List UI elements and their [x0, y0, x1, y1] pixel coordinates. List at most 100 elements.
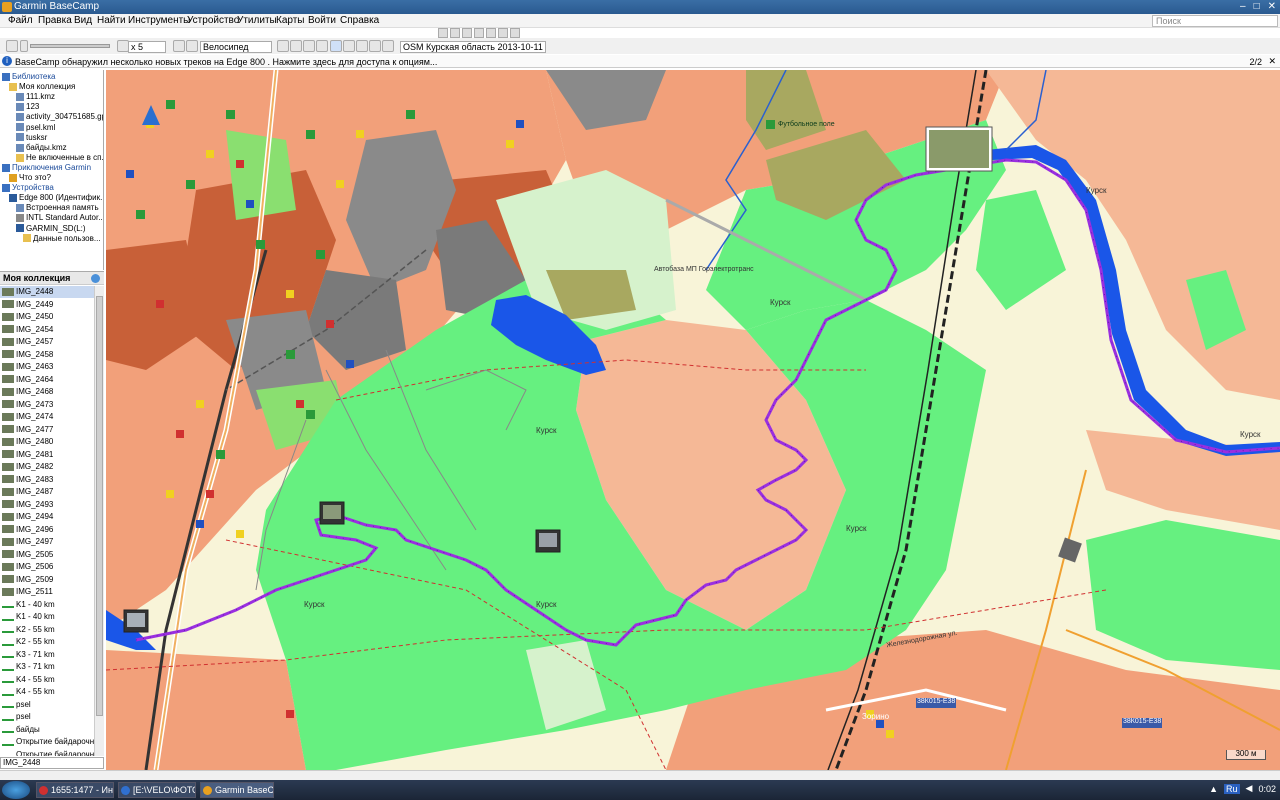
- playback-slider[interactable]: [30, 44, 110, 48]
- play-icon[interactable]: [6, 40, 18, 52]
- selected-item-field[interactable]: IMG_2448: [0, 757, 104, 769]
- clock[interactable]: 0:02: [1258, 784, 1276, 794]
- network-icon[interactable]: ▲: [1209, 784, 1218, 794]
- collection-row[interactable]: psel: [0, 711, 94, 723]
- collection-row[interactable]: IMG_2480: [0, 436, 94, 448]
- menu-view[interactable]: Вид: [74, 15, 92, 26]
- eraser-icon[interactable]: [498, 28, 508, 38]
- collection-row[interactable]: IMG_2473: [0, 399, 94, 411]
- library-item[interactable]: psel.kml: [16, 123, 55, 133]
- send-device-icon[interactable]: [173, 40, 185, 52]
- volume-icon[interactable]: ◀: [1246, 783, 1253, 794]
- info-message[interactable]: BaseCamp обнаружил несколько новых треко…: [15, 57, 437, 67]
- menu-device[interactable]: Устройство: [187, 15, 239, 26]
- collection-row[interactable]: IMG_2449: [0, 299, 94, 311]
- collection-row[interactable]: IMG_2509: [0, 574, 94, 586]
- menu-tools[interactable]: Инструменты: [128, 15, 190, 26]
- menu-maps[interactable]: Карты: [276, 15, 305, 26]
- library-item[interactable]: Не включенные в сп...: [16, 153, 103, 163]
- layers-icon[interactable]: [343, 40, 355, 52]
- collection-row[interactable]: IMG_2496: [0, 524, 94, 536]
- collection-row[interactable]: IMG_2457: [0, 336, 94, 348]
- task-basecamp[interactable]: Garmin BaseCa...: [200, 782, 274, 798]
- collection-row[interactable]: IMG_2493: [0, 499, 94, 511]
- settings-icon[interactable]: [91, 274, 100, 283]
- library-item[interactable]: activity_304751685.gpx: [16, 112, 103, 122]
- collection-row[interactable]: IMG_2481: [0, 449, 94, 461]
- collection-row[interactable]: K1 - 40 km: [0, 599, 94, 611]
- minimize-button[interactable]: –: [1240, 1, 1246, 12]
- zoom-in-icon[interactable]: [290, 40, 302, 52]
- map-canvas[interactable]: [106, 70, 1280, 770]
- collection-row[interactable]: IMG_2505: [0, 549, 94, 561]
- collection-row[interactable]: IMG_2448: [0, 286, 94, 298]
- collection-row[interactable]: IMG_2487: [0, 486, 94, 498]
- library-item[interactable]: Встроенная память: [16, 203, 99, 213]
- collection-row[interactable]: IMG_2474: [0, 411, 94, 423]
- collection-row[interactable]: K3 - 71 km: [0, 661, 94, 673]
- menu-signin[interactable]: Войти: [308, 15, 336, 26]
- collection-row[interactable]: psel: [0, 699, 94, 711]
- language-indicator[interactable]: Ru: [1224, 783, 1240, 794]
- library-item[interactable]: 123: [16, 102, 39, 112]
- collection-row[interactable]: IMG_2450: [0, 311, 94, 323]
- collection-row[interactable]: K2 - 55 km: [0, 636, 94, 648]
- menu-file[interactable]: Файл: [8, 15, 33, 26]
- menu-utilities[interactable]: Утилиты: [237, 15, 277, 26]
- close-button[interactable]: ✕: [1268, 1, 1276, 12]
- menu-help[interactable]: Справка: [340, 15, 379, 26]
- hand-tool-icon[interactable]: [277, 40, 289, 52]
- route-icon[interactable]: [450, 28, 460, 38]
- library-item[interactable]: Что это?: [9, 173, 51, 183]
- activity-profile-select[interactable]: Велосипед: [200, 41, 272, 53]
- library-item[interactable]: Библиотека: [2, 72, 56, 82]
- speed-select[interactable]: x 5: [128, 41, 166, 53]
- task-browser[interactable]: 1655:1477 - Инт...: [36, 782, 114, 798]
- ruler-icon[interactable]: [316, 40, 328, 52]
- globe-icon[interactable]: [382, 40, 394, 52]
- zoom-out-icon[interactable]: [303, 40, 315, 52]
- map-product-select[interactable]: OSM Курская область 2013-10-11: [400, 41, 546, 53]
- info-bar[interactable]: i BaseCamp обнаружил несколько новых тре…: [0, 55, 1280, 68]
- collection-row[interactable]: байды: [0, 724, 94, 736]
- library-item[interactable]: GARMIN_SD(L:): [16, 224, 86, 234]
- collection-scrollbar[interactable]: [94, 286, 104, 756]
- collection-row[interactable]: IMG_2483: [0, 474, 94, 486]
- collection-row[interactable]: K4 - 55 km: [0, 686, 94, 698]
- collection-row[interactable]: IMG_2454: [0, 324, 94, 336]
- collection-row[interactable]: IMG_2468: [0, 386, 94, 398]
- library-item[interactable]: байды.kmz: [16, 143, 67, 153]
- menu-find[interactable]: Найти: [97, 15, 126, 26]
- track-icon[interactable]: [462, 28, 472, 38]
- collection-row[interactable]: IMG_2497: [0, 536, 94, 548]
- library-item[interactable]: Edge 800 (Идентифик...: [9, 193, 103, 203]
- library-item[interactable]: Приключения Garmin: [2, 163, 91, 173]
- task-explorer[interactable]: [E:\VELO\ФОТО...: [118, 782, 196, 798]
- draw-text-icon[interactable]: [438, 28, 448, 38]
- collection-row[interactable]: Открытие байдарочног: [0, 749, 94, 757]
- map-view[interactable]: Курск Курск Курск Курск Курск Курск Курс…: [106, 70, 1280, 770]
- collection-row[interactable]: IMG_2494: [0, 511, 94, 523]
- collection-row[interactable]: Открытие байдарочног: [0, 736, 94, 748]
- library-item[interactable]: Моя коллекция: [9, 82, 75, 92]
- 3d-view-icon[interactable]: [356, 40, 368, 52]
- start-button[interactable]: [2, 781, 30, 799]
- library-item[interactable]: INTL Standard Autor...: [16, 213, 103, 223]
- library-item[interactable]: 111.kmz: [16, 92, 55, 102]
- collection-row[interactable]: K2 - 55 km: [0, 624, 94, 636]
- map-view-icon[interactable]: [330, 40, 342, 52]
- grid-icon[interactable]: [369, 40, 381, 52]
- collection-row[interactable]: K4 - 55 km: [0, 674, 94, 686]
- join-icon[interactable]: [510, 28, 520, 38]
- library-item[interactable]: tusksr: [16, 133, 47, 143]
- menu-edit[interactable]: Правка: [38, 15, 72, 26]
- collection-row[interactable]: IMG_2458: [0, 349, 94, 361]
- receive-device-icon[interactable]: [186, 40, 198, 52]
- collection-row[interactable]: IMG_2463: [0, 361, 94, 373]
- search-input[interactable]: Поиск: [1152, 15, 1278, 27]
- collection-row[interactable]: K1 - 40 km: [0, 611, 94, 623]
- collection-row[interactable]: IMG_2511: [0, 586, 94, 598]
- collection-row[interactable]: IMG_2482: [0, 461, 94, 473]
- scrollbar-thumb[interactable]: [96, 296, 103, 716]
- info-close-button[interactable]: ✕: [1268, 56, 1276, 67]
